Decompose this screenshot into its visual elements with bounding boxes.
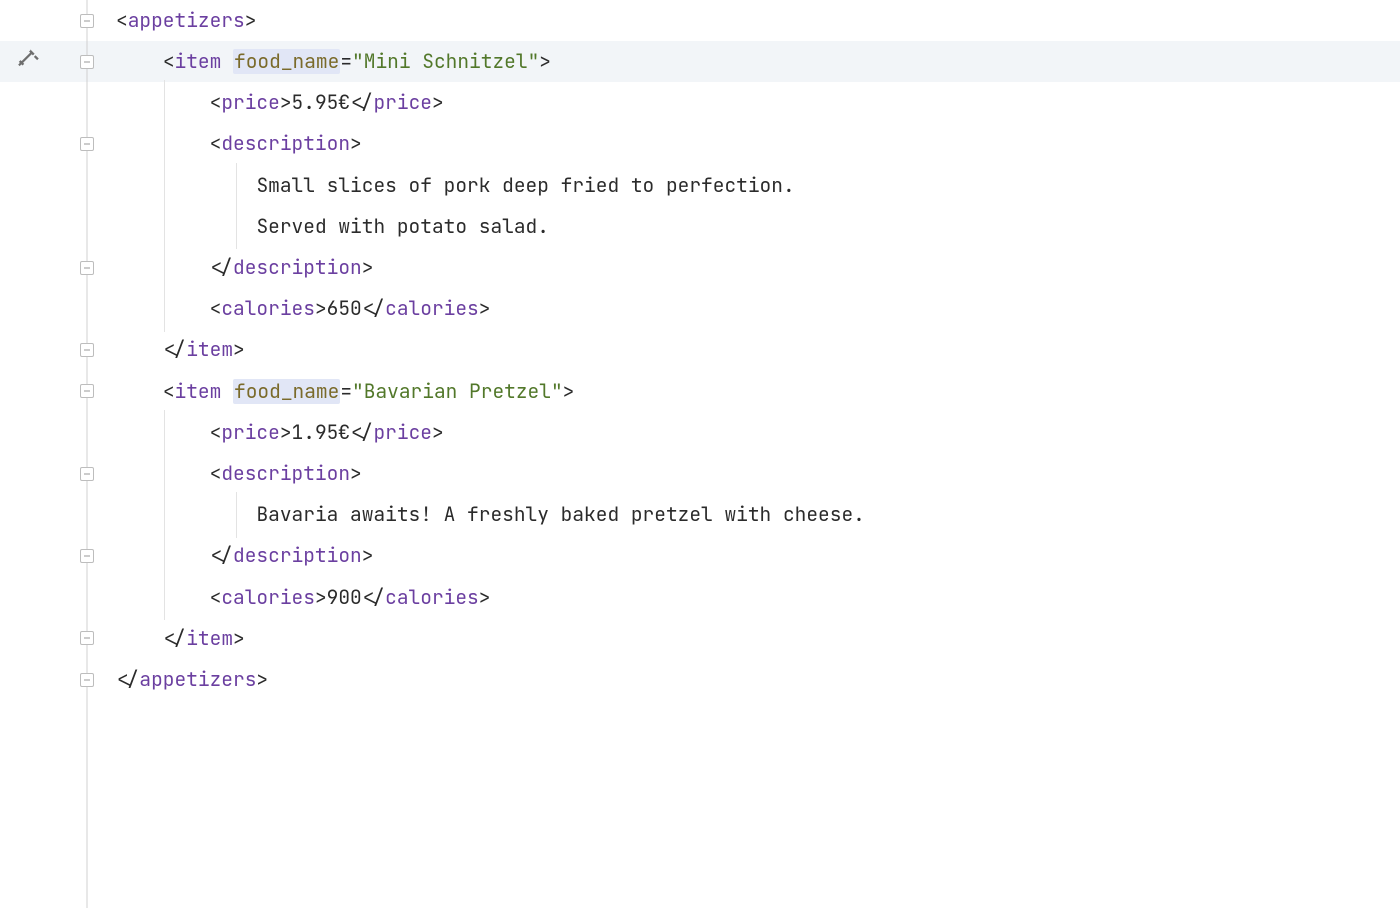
gutter-cell[interactable] [0, 46, 58, 78]
code-line[interactable]: </item> [0, 330, 1400, 371]
code-line[interactable]: <calories>650</calories> [0, 288, 1400, 329]
xml-tag: item [175, 379, 222, 404]
xml-text: 1.95€ [292, 420, 351, 445]
fold-gutter [58, 700, 116, 741]
fold-toggle[interactable] [80, 55, 94, 69]
code-line[interactable]: Bavaria awaits! A freshly baked pretzel … [0, 494, 1400, 535]
xml-text: Bavaria awaits! A freshly baked pretzel … [256, 502, 864, 527]
fold-gutter [58, 824, 116, 865]
xml-text: Small slices of pork deep fried to perfe… [256, 173, 794, 198]
code-line[interactable]: <price>1.95€</price> [0, 412, 1400, 453]
fold-gutter [58, 659, 116, 700]
fold-gutter [58, 0, 116, 41]
fold-gutter [58, 330, 116, 371]
fold-gutter [58, 371, 116, 412]
fold-toggle[interactable] [80, 384, 94, 398]
xml-tag: description [221, 461, 350, 486]
fold-gutter [58, 783, 116, 824]
fold-toggle[interactable] [80, 549, 94, 563]
xml-text: 900 [327, 585, 362, 610]
xml-attr-value: Bavarian Pretzel [364, 378, 551, 404]
xml-tag: price [221, 90, 280, 115]
xml-tag: appetizers [128, 8, 245, 33]
fold-gutter [58, 412, 116, 453]
code-line[interactable]: </item> [0, 618, 1400, 659]
code-line-empty[interactable] [0, 783, 1400, 824]
xml-tag: item [175, 49, 222, 74]
fold-toggle[interactable] [80, 467, 94, 481]
code-line[interactable]: <calories>900</calories> [0, 577, 1400, 618]
xml-tag: price [221, 420, 280, 445]
xml-text: 5.95€ [292, 90, 351, 115]
code-line[interactable]: Served with potato salad. [0, 206, 1400, 247]
fold-gutter [58, 247, 116, 288]
fold-gutter [58, 741, 116, 782]
code-line[interactable]: <description> [0, 453, 1400, 494]
fold-gutter [58, 535, 116, 576]
fold-gutter [58, 124, 116, 165]
code-line-active[interactable]: <item food_name="Mini Schnitzel"> [0, 41, 1400, 82]
code-line[interactable]: <description> [0, 124, 1400, 165]
build-icon[interactable] [16, 46, 42, 78]
fold-gutter [58, 288, 116, 329]
code-line[interactable]: </description> [0, 247, 1400, 288]
fold-toggle[interactable] [80, 137, 94, 151]
code-line[interactable]: <item food_name="Bavarian Pretzel"> [0, 371, 1400, 412]
xml-attr: food_name [233, 379, 340, 404]
xml-tag: calories [221, 585, 315, 610]
fold-gutter [58, 618, 116, 659]
fold-gutter [58, 494, 116, 535]
code-editor[interactable]: <appetizers> <item food_name="Mini Schni… [0, 0, 1400, 906]
xml-text: 650 [327, 296, 362, 321]
fold-gutter [58, 206, 116, 247]
xml-tag: description [221, 131, 350, 156]
code-line[interactable]: </description> [0, 535, 1400, 576]
xml-attr: food_name [233, 49, 340, 74]
fold-gutter [58, 165, 116, 206]
code-line-empty[interactable] [0, 824, 1400, 865]
fold-gutter [58, 41, 116, 82]
code-line-empty[interactable] [0, 700, 1400, 741]
fold-toggle[interactable] [80, 14, 94, 28]
code-line[interactable]: <price>5.95€</price> [0, 82, 1400, 123]
fold-toggle[interactable] [80, 343, 94, 357]
xml-tag: calories [221, 296, 315, 321]
code-line-empty[interactable] [0, 741, 1400, 782]
xml-text: Served with potato salad. [256, 214, 549, 239]
fold-gutter [58, 82, 116, 123]
code-line[interactable]: Small slices of pork deep fried to perfe… [0, 165, 1400, 206]
code-line[interactable]: </appetizers> [0, 659, 1400, 700]
fold-gutter [58, 453, 116, 494]
fold-toggle[interactable] [80, 261, 94, 275]
fold-gutter [58, 577, 116, 618]
code-line[interactable]: <appetizers> [0, 0, 1400, 41]
xml-attr-value: Mini Schnitzel [364, 48, 528, 74]
fold-toggle[interactable] [80, 631, 94, 645]
fold-toggle[interactable] [80, 673, 94, 687]
